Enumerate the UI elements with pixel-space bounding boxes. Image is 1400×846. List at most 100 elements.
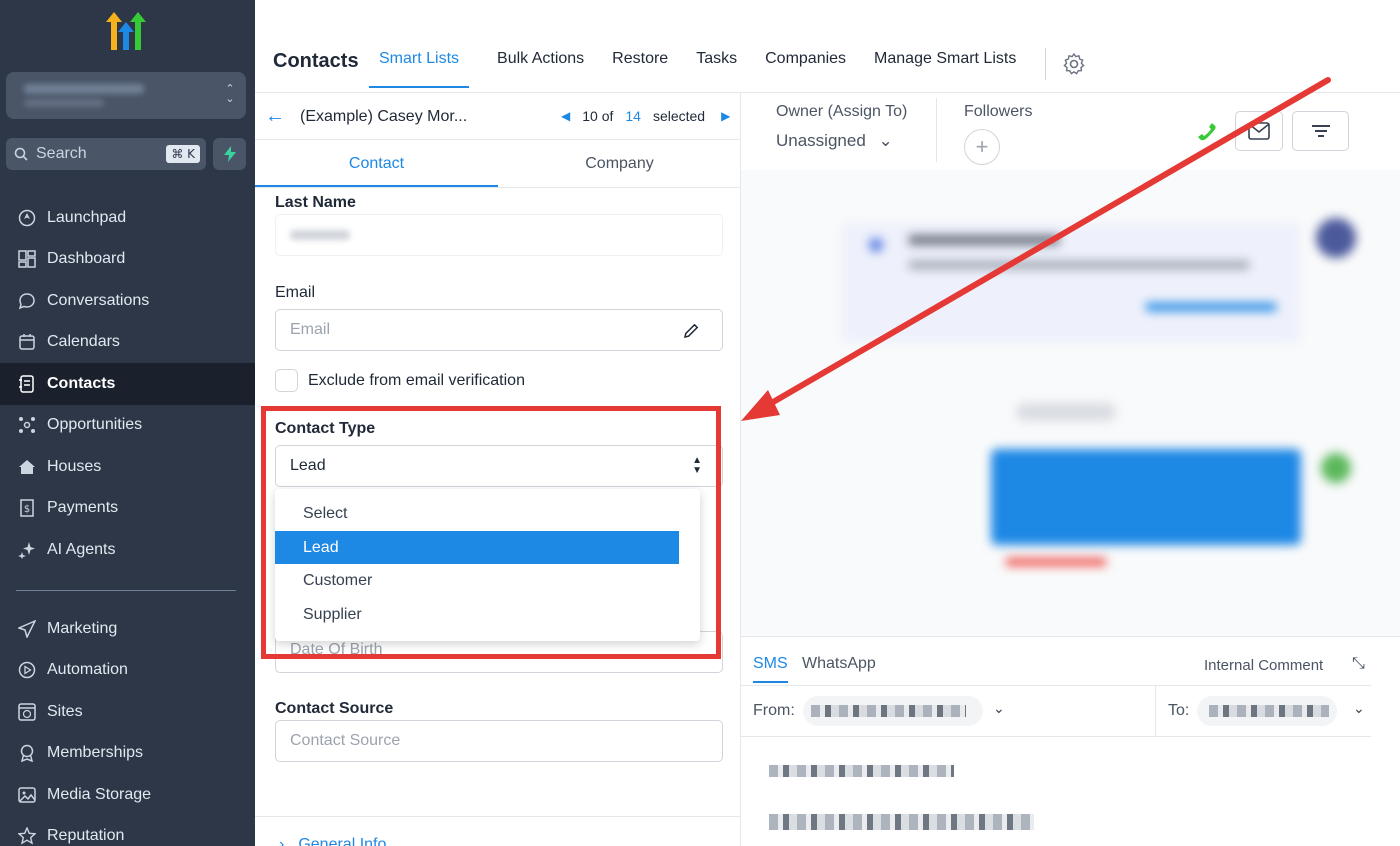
sidebar-item-conversations[interactable]: Conversations [0, 280, 255, 322]
header-tabs: Smart Lists Bulk Actions Restore Tasks C… [369, 50, 1044, 88]
tab-tasks[interactable]: Tasks [696, 50, 737, 88]
app-logo [106, 12, 146, 50]
sidebar-item-contacts[interactable]: Contacts [0, 363, 255, 405]
email-label: Email [275, 284, 316, 301]
general-info-toggle[interactable]: › General Info [279, 836, 386, 846]
message-card-icon-blurred [869, 238, 883, 252]
svg-text:$: $ [24, 504, 30, 515]
chevron-down-icon[interactable]: ⌄ [993, 700, 1005, 717]
sidebar-item-calendars[interactable]: Calendars [0, 322, 255, 364]
owner-value: Unassigned [776, 131, 866, 150]
internal-comment-toggle[interactable]: Internal Comment [1204, 657, 1323, 674]
sidebar-item-label: Payments [47, 499, 119, 517]
chat-bubble-icon [17, 291, 37, 311]
sidebar-item-label: Calendars [47, 333, 120, 351]
contact-source-label: Contact Source [275, 700, 394, 717]
contact-source-placeholder: Contact Source [290, 732, 401, 749]
account-name-blurred [24, 84, 144, 94]
rocket-icon [17, 208, 37, 228]
from-to-row: From: ⌄ To: ⌄ [741, 685, 1371, 737]
tab-whatsapp[interactable]: WhatsApp [802, 655, 876, 673]
sidebar-item-ai-agents[interactable]: AI Agents [0, 529, 255, 571]
general-info-label: General Info [298, 836, 387, 846]
gear-icon[interactable] [1062, 52, 1086, 76]
sidebar-item-payments[interactable]: $ Payments [0, 488, 255, 530]
email-field[interactable]: Email [275, 309, 723, 351]
owner-select[interactable]: Unassigned ⌄ [776, 131, 893, 151]
sidebar-item-label: Marketing [47, 619, 118, 637]
tab-companies[interactable]: Companies [765, 50, 846, 88]
from-number-select[interactable] [803, 696, 983, 726]
email-button[interactable] [1235, 111, 1283, 151]
sidebar-item-label: Houses [47, 457, 102, 475]
sidebar-item-marketing[interactable]: Marketing [0, 608, 255, 650]
filter-lines-icon [1311, 125, 1330, 137]
sidebar-item-label: Contacts [47, 374, 116, 392]
pencil-icon[interactable] [682, 322, 700, 340]
house-icon [17, 457, 37, 477]
contact-detail-panel: ← (Example) Casey Mor... ◀ 10 of 14 sele… [255, 93, 741, 846]
annotation-highlight-box [261, 406, 721, 659]
to-number-select[interactable] [1197, 696, 1337, 726]
last-name-field[interactable] [275, 214, 723, 256]
paper-plane-icon [17, 619, 37, 639]
sidebar-item-sites[interactable]: Sites [0, 691, 255, 733]
contact-source-field[interactable]: Contact Source [275, 720, 723, 762]
sparkle-icon [17, 540, 37, 560]
award-icon [17, 743, 37, 763]
sidebar-item-houses[interactable]: Houses [0, 446, 255, 488]
header-divider [1045, 48, 1046, 80]
sidebar-item-label: Sites [47, 702, 83, 720]
sidebar-item-dashboard[interactable]: Dashboard [0, 239, 255, 281]
search-shortcut-badge: ⌘ K [166, 145, 200, 163]
contact-book-icon [17, 374, 37, 394]
account-location-blurred [24, 99, 104, 107]
failed-status-blurred [1006, 558, 1106, 566]
tab-bulk-actions[interactable]: Bulk Actions [497, 50, 584, 88]
to-label: To: [1168, 702, 1190, 719]
form-tabs: Contact Company [255, 140, 741, 188]
sidebar-item-label: Dashboard [47, 250, 126, 268]
to-number-pixelated [1209, 705, 1329, 717]
date-chip-blurred [1016, 403, 1116, 421]
from-label: From: [753, 702, 795, 719]
sidebar-item-label: Conversations [47, 291, 150, 309]
filter-button[interactable] [1292, 111, 1349, 151]
tab-restore[interactable]: Restore [612, 50, 668, 88]
receipt-icon: $ [17, 498, 37, 518]
chevron-down-icon[interactable]: ⌄ [1353, 700, 1365, 717]
add-follower-button[interactable]: + [964, 129, 1000, 165]
record-nav-bar: ← (Example) Casey Mor... ◀ 10 of 14 sele… [255, 93, 741, 140]
sidebar-item-reputation[interactable]: Reputation [0, 816, 255, 846]
sidebar-item-opportunities[interactable]: Opportunities [0, 405, 255, 447]
account-switcher[interactable]: ⌃ ⌄ [6, 72, 246, 119]
phone-icon[interactable] [1196, 121, 1220, 145]
tab-company[interactable]: Company [498, 140, 741, 187]
tab-manage-smart-lists[interactable]: Manage Smart Lists [874, 50, 1016, 88]
from-number-pixelated [811, 705, 966, 717]
sidebar-item-automation[interactable]: Automation [0, 650, 255, 692]
pager-total: 14 [625, 108, 641, 124]
chevron-right-icon: › [279, 836, 285, 846]
sidebar-item-label: Opportunities [47, 416, 143, 434]
sidebar-nav-secondary: Marketing Automation Sites Memberships M… [0, 608, 255, 846]
exclude-verification-label: Exclude from email verification [308, 372, 525, 389]
last-name-label: Last Name [275, 194, 356, 211]
sidebar-item-media-storage[interactable]: Media Storage [0, 774, 255, 816]
exclude-verification-checkbox[interactable] [275, 369, 298, 392]
sidebar-divider [16, 590, 236, 591]
quick-action-button[interactable] [213, 138, 246, 170]
tab-sms[interactable]: SMS [753, 655, 788, 683]
next-record-icon[interactable]: ▶ [721, 109, 730, 123]
search-input[interactable]: Search ⌘ K [6, 138, 206, 170]
tab-contact[interactable]: Contact [255, 140, 498, 187]
prev-record-icon[interactable]: ◀ [561, 109, 570, 123]
message-card-text-blurred [909, 261, 1249, 269]
sidebar-item-launchpad[interactable]: Launchpad [0, 197, 255, 239]
sidebar-item-memberships[interactable]: Memberships [0, 733, 255, 775]
sender-avatar-blurred [1321, 453, 1351, 483]
page-title: Contacts [273, 50, 359, 72]
collapse-icon[interactable]: ⤡ [1352, 655, 1365, 673]
back-arrow-icon[interactable]: ← [265, 105, 285, 128]
tab-smart-lists[interactable]: Smart Lists [369, 50, 470, 88]
